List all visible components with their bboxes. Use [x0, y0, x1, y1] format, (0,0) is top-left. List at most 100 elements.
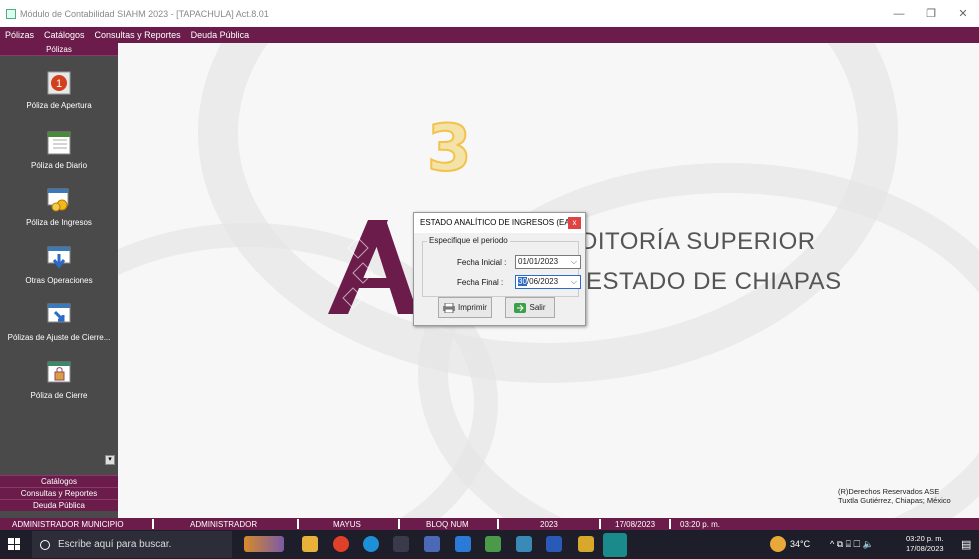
menu-bar: Pólizas Catálogos Consultas y Reportes D…	[0, 27, 979, 43]
sidebar-header[interactable]: Pólizas	[0, 43, 118, 56]
status-separator	[669, 519, 671, 529]
sidebar-item-otras-operaciones[interactable]: Otras Operaciones	[0, 246, 118, 285]
weather-icon[interactable]	[770, 536, 786, 552]
file-explorer-icon[interactable]	[302, 536, 318, 552]
title-bar: Módulo de Contabilidad SIAHM 2023 - [TAP…	[0, 0, 979, 27]
download-arrow-icon	[47, 246, 71, 270]
menu-catalogos[interactable]: Catálogos	[39, 30, 90, 40]
copyright-line2: Tuxtla Gutiérrez, Chiapas; México	[838, 496, 951, 505]
network-app-icon[interactable]	[485, 536, 501, 552]
calendar-sheet-icon	[47, 131, 71, 155]
app-icon	[6, 8, 16, 19]
weather-temperature[interactable]: 34°C	[790, 539, 810, 549]
search-icon	[40, 539, 50, 550]
imprimir-button[interactable]: Imprimir	[438, 297, 492, 318]
sidebar-item-label: Otras Operaciones	[25, 276, 93, 285]
period-group-label: Especifique el periodo	[427, 236, 510, 245]
maximize-button[interactable]: ❐	[915, 0, 947, 27]
fecha-final-picker[interactable]: 30/06/2023 ⌵	[515, 275, 581, 289]
logo-text-line2: ESTADO DE CHIAPAS	[586, 268, 842, 295]
windows-start-icon[interactable]	[8, 538, 20, 550]
dialog-title: ESTADO ANALÍTICO DE INGRESOS (EA...	[414, 213, 585, 233]
exit-icon	[514, 302, 527, 313]
adjust-arrow-icon	[47, 303, 71, 327]
menu-polizas[interactable]: Pólizas	[0, 30, 39, 40]
fecha-inicial-picker[interactable]: 01/01/2023 ⌵	[515, 255, 581, 269]
sidebar-item-label: Póliza de Ingresos	[26, 218, 92, 227]
sidebar-item-ajuste-cierre[interactable]: Pólizas de Ajuste de Cierre...	[0, 303, 118, 342]
search-highlight-icon[interactable]	[244, 536, 284, 552]
status-date: 17/08/2023	[615, 519, 656, 529]
status-role: ADMINISTRADOR	[190, 519, 258, 529]
chevron-down-icon[interactable]: ⌵	[571, 256, 577, 268]
window-controls: — ❐ ✕	[883, 0, 979, 27]
sidebar-scroll-button[interactable]: ▾	[105, 455, 115, 465]
fecha-final-label: Fecha Final :	[457, 278, 504, 287]
chevron-down-icon[interactable]: ⌵	[571, 276, 577, 288]
sidebar-item-label: Póliza de Apertura	[26, 101, 92, 110]
edge-icon[interactable]	[363, 536, 379, 552]
status-caps: MAYUS	[333, 519, 361, 529]
sidebar-item-label: Póliza de Cierre	[30, 391, 88, 400]
sidebar-section-consultas-reportes[interactable]: Consultas y Reportes	[0, 487, 118, 499]
dialog-close-button[interactable]: x	[568, 217, 581, 229]
status-separator	[152, 519, 154, 529]
siahm-app-icon[interactable]	[603, 533, 627, 557]
taskbar-clock[interactable]: 03:20 p. m. 17/08/2023	[906, 534, 944, 554]
menu-deuda-publica[interactable]: Deuda Pública	[186, 30, 255, 40]
status-num: BLOQ NUM	[426, 519, 469, 529]
sidebar-item-poliza-cierre[interactable]: Póliza de Cierre	[0, 361, 118, 400]
system-tray-icons[interactable]: ^ ⧉ ⌸ ☐ 🔈	[830, 539, 874, 550]
logo-text-line1: DITORÍA SUPERIOR	[580, 228, 816, 255]
sidebar-item-poliza-ingresos[interactable]: Póliza de Ingresos	[0, 188, 118, 227]
sidebar: Pólizas 1 Póliza de Apertura Póliza de D…	[0, 43, 118, 518]
status-user: ADMINISTRADOR MUNICIPIO	[12, 519, 124, 529]
imprimir-label: Imprimir	[458, 303, 487, 312]
status-year: 2023	[540, 519, 558, 529]
sidebar-item-label: Pólizas de Ajuste de Cierre...	[7, 333, 111, 342]
clock-time: 03:20 p. m.	[906, 534, 944, 543]
taskbar-search[interactable]: Escribe aquí para buscar.	[32, 531, 232, 558]
menu-consultas-reportes[interactable]: Consultas y Reportes	[90, 30, 186, 40]
lock-icon	[47, 361, 71, 385]
step-number-annotation: 3	[426, 111, 473, 187]
printer-icon	[443, 302, 456, 313]
fecha-final-rest: /06/2023	[526, 277, 559, 286]
minimize-button[interactable]: —	[883, 0, 915, 27]
salir-label: Salir	[529, 303, 546, 312]
copyright-line1: (R)Derechos Reservados ASE	[838, 487, 940, 496]
estado-analitico-dialog: ESTADO ANALÍTICO DE INGRESOS (EA... x Es…	[413, 212, 586, 326]
sidebar-section-deuda-publica[interactable]: Deuda Pública	[0, 499, 118, 511]
people-icon[interactable]	[424, 536, 440, 552]
folder-app-icon[interactable]	[578, 536, 594, 552]
period-groupbox: Especifique el periodo Fecha Inicial : 0…	[422, 236, 581, 297]
status-time: 03:20 p. m.	[680, 519, 721, 529]
sidebar-item-label: Póliza de Diario	[30, 161, 88, 170]
window-title: Módulo de Contabilidad SIAHM 2023 - [TAP…	[20, 8, 269, 19]
status-bar: ADMINISTRADOR MUNICIPIO ADMINISTRADOR MA…	[0, 518, 979, 530]
svg-text:1: 1	[56, 78, 62, 90]
status-separator	[398, 519, 400, 529]
chrome-icon[interactable]	[333, 536, 349, 552]
status-separator	[297, 519, 299, 529]
chat-app-icon[interactable]	[516, 536, 532, 552]
taskbar-search-placeholder: Escribe aquí para buscar.	[58, 539, 172, 550]
close-button[interactable]: ✕	[947, 0, 979, 27]
clock-date: 17/08/2023	[906, 544, 944, 553]
coins-icon	[47, 188, 71, 212]
sidebar-section-catalogos[interactable]: Catálogos	[0, 475, 118, 487]
fecha-inicial-value: 01/01/2023	[518, 257, 559, 266]
word-icon[interactable]	[546, 536, 562, 552]
store-icon[interactable]	[455, 536, 471, 552]
windows-taskbar: Escribe aquí para buscar. 34°C ^ ⧉ ⌸ ☐ 🔈…	[0, 530, 979, 559]
copyright-text: (R)Derechos Reservados ASE Tuxtla Gutiér…	[838, 487, 951, 505]
status-separator	[497, 519, 499, 529]
fecha-inicial-label: Fecha Inicial :	[457, 258, 507, 267]
sidebar-item-poliza-diario[interactable]: Póliza de Diario	[0, 131, 118, 170]
app-grid-icon[interactable]	[393, 536, 409, 552]
status-separator	[599, 519, 601, 529]
sidebar-item-poliza-apertura[interactable]: 1 Póliza de Apertura	[0, 71, 118, 110]
ase-logo-icon	[328, 220, 418, 314]
salir-button[interactable]: Salir	[505, 297, 555, 318]
notification-icon[interactable]: ▤	[961, 538, 971, 551]
